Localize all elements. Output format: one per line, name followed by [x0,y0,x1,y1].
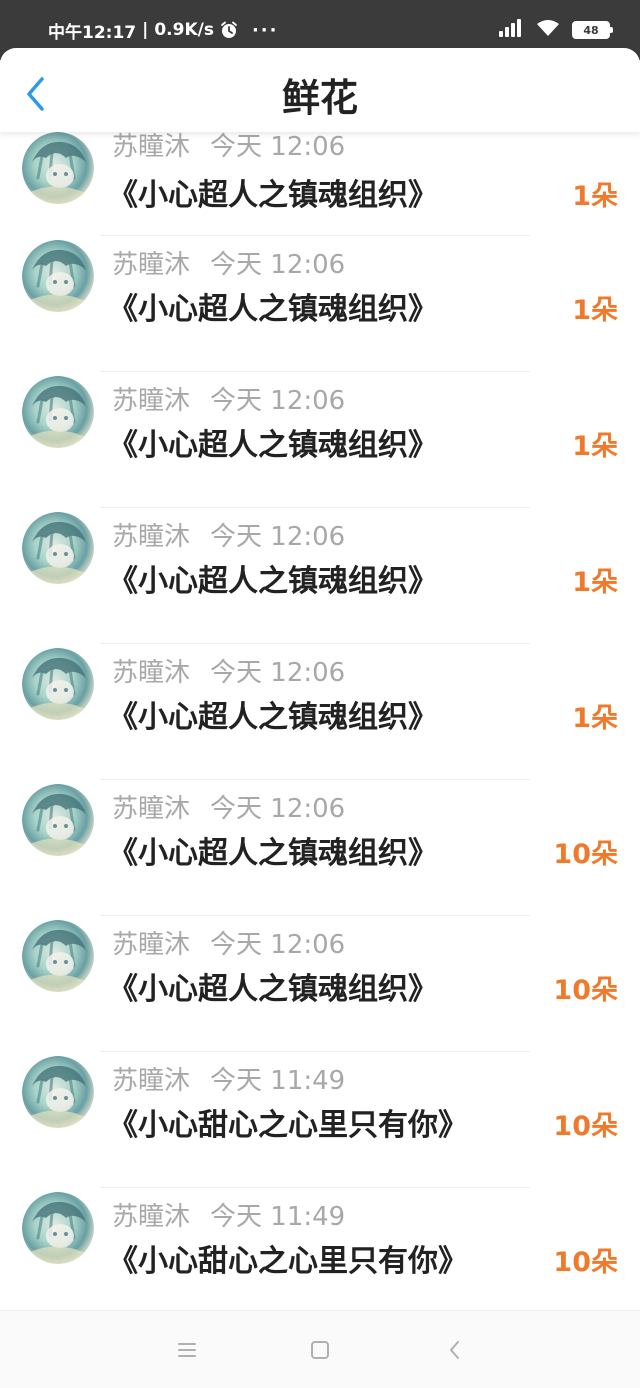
sender-name: 苏瞳沐 [112,522,191,552]
book-title: 《小心超人之镇魂组织》 [108,836,438,871]
sent-time: 今天 12:06 [210,250,346,280]
flower-count: 10朵 [553,839,618,870]
flower-count: 10朵 [553,975,618,1006]
avatar [22,240,94,312]
more-notifications: ··· [251,19,279,41]
meta-line: 苏瞳沐 今天 11:49 [112,1060,345,1097]
meta-line: 苏瞳沐 今天 12:06 [112,244,345,281]
book-title: 《小心超人之镇魂组织》 [108,178,438,213]
list-item[interactable]: 苏瞳沐 今天 12:06 《小心超人之镇魂组织》 1朵 [0,508,640,644]
sender-name: 苏瞳沐 [112,658,191,688]
list-item[interactable]: 苏瞳沐 今天 12:06 《小心超人之镇魂组织》 1朵 [0,372,640,508]
book-title: 《小心超人之镇魂组织》 [108,292,438,327]
sender-name: 苏瞳沐 [112,794,191,824]
back-button[interactable] [18,74,52,114]
signal-icon [498,19,524,41]
flower-count: 1朵 [572,431,618,462]
book-title: 《小心甜心之心里只有你》 [108,1244,468,1279]
home-icon[interactable] [309,1339,331,1361]
sender-name: 苏瞳沐 [112,386,191,416]
list-item[interactable]: 苏瞳沐 今天 12:06 《小心超人之镇魂组织》 1朵 [0,236,640,372]
sender-name: 苏瞳沐 [112,1066,191,1096]
flower-list: 苏瞳沐 今天 12:06 《小心超人之镇魂组织》 1朵 苏瞳沐 今天 12:06… [0,132,640,1324]
avatar [22,376,94,448]
page-header: 鲜花 [0,48,640,132]
status-time: 中午12:17 [48,22,137,43]
book-title: 《小心超人之镇魂组织》 [108,972,438,1007]
alarm-icon [220,21,238,39]
list-item[interactable]: 苏瞳沐 今天 12:06 《小心超人之镇魂组织》 1朵 [0,644,640,780]
list-item[interactable]: 苏瞳沐 今天 11:49 《小心甜心之心里只有你》 10朵 [0,1188,640,1324]
meta-line: 苏瞳沐 今天 12:06 [112,788,345,825]
flower-count: 10朵 [553,1111,618,1142]
avatar [22,784,94,856]
menu-icon[interactable] [176,1339,198,1361]
sender-name: 苏瞳沐 [112,1202,191,1232]
sent-time: 今天 11:49 [210,1202,346,1232]
book-title: 《小心超人之镇魂组织》 [108,700,438,735]
chevron-left-icon [27,77,44,111]
list-item[interactable]: 苏瞳沐 今天 12:06 《小心超人之镇魂组织》 10朵 [0,780,640,916]
avatar [22,1056,94,1128]
book-title: 《小心超人之镇魂组织》 [108,564,438,599]
meta-line: 苏瞳沐 今天 12:06 [112,516,345,553]
sender-name: 苏瞳沐 [112,930,191,960]
status-separator: | [142,20,149,40]
list-item[interactable]: 苏瞳沐 今天 11:49 《小心甜心之心里只有你》 10朵 [0,1052,640,1188]
back-icon[interactable] [444,1339,466,1361]
sent-time: 今天 12:06 [210,658,346,688]
flower-count: 10朵 [553,1247,618,1278]
avatar [22,648,94,720]
meta-line: 苏瞳沐 今天 11:49 [112,1196,345,1233]
meta-line: 苏瞳沐 今天 12:06 [112,652,345,689]
flower-count: 1朵 [572,181,618,212]
list-item[interactable]: 苏瞳沐 今天 12:06 《小心超人之镇魂组织》 10朵 [0,916,640,1052]
avatar [22,512,94,584]
meta-line: 苏瞳沐 今天 12:06 [112,380,345,417]
sent-time: 今天 12:06 [210,794,346,824]
sender-name: 苏瞳沐 [112,250,191,280]
flower-count: 1朵 [572,703,618,734]
list-item[interactable]: 苏瞳沐 今天 12:06 《小心超人之镇魂组织》 1朵 [0,132,640,236]
avatar [22,920,94,992]
sent-time: 今天 12:06 [210,386,346,416]
sent-time: 今天 11:49 [210,1066,346,1096]
flower-count: 1朵 [572,567,618,598]
battery-icon: 48 [572,21,613,39]
sent-time: 今天 12:06 [210,930,346,960]
network-speed: 0.9K/s [154,20,214,40]
page-title: 鲜花 [281,75,358,120]
sent-time: 今天 12:06 [210,522,346,552]
battery-level: 48 [583,23,599,37]
book-title: 《小心甜心之心里只有你》 [108,1108,468,1143]
system-nav-bar [0,1310,640,1388]
book-title: 《小心超人之镇魂组织》 [108,428,438,463]
avatar [22,132,94,204]
flower-count: 1朵 [572,295,618,326]
avatar [22,1192,94,1264]
wifi-icon [536,19,560,41]
meta-line: 苏瞳沐 今天 12:06 [112,924,345,961]
